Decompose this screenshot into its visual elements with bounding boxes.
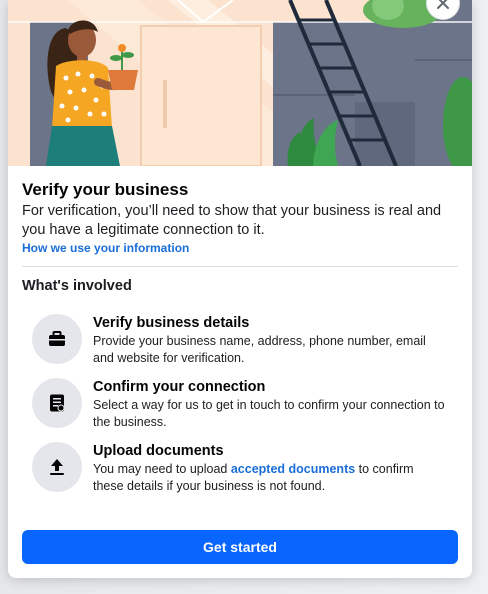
- document-icon: [50, 394, 65, 412]
- close-icon: [437, 0, 449, 9]
- section-title: What's involved: [22, 278, 132, 294]
- how-we-use-info-link[interactable]: How we use your information: [22, 241, 189, 255]
- step-title: Verify business details: [93, 315, 250, 331]
- dialog-title: Verify your business: [22, 180, 189, 199]
- get-started-button[interactable]: Get started: [22, 530, 458, 564]
- step-body-text: You may need to upload: [93, 462, 231, 476]
- hero-illustration-art: [8, 0, 472, 166]
- accepted-documents-link[interactable]: accepted documents: [231, 462, 355, 476]
- divider: [22, 266, 458, 267]
- step-upload-documents: Upload documents You may need to upload …: [32, 442, 452, 495]
- hero-illustration: [8, 0, 472, 166]
- step-body: You may need to upload accepted document…: [93, 461, 447, 495]
- step-verify-details: Verify business details Provide your bus…: [32, 314, 452, 367]
- step-title: Confirm your connection: [93, 379, 266, 395]
- step-body: Select a way for us to get in touch to c…: [93, 398, 445, 429]
- step-confirm-connection: Confirm your connection Select a way for…: [32, 378, 452, 431]
- step-body: Provide your business name, address, pho…: [93, 334, 426, 365]
- step-icon-circle: [32, 442, 82, 492]
- verify-business-dialog: Verify your business For verification, y…: [8, 0, 472, 578]
- step-title: Upload documents: [93, 443, 224, 459]
- briefcase-icon: [49, 331, 65, 346]
- upload-icon: [50, 459, 64, 475]
- dialog-description: For verification, you’ll need to show th…: [22, 203, 442, 238]
- step-icon-circle: [32, 314, 82, 364]
- step-icon-circle: [32, 378, 82, 428]
